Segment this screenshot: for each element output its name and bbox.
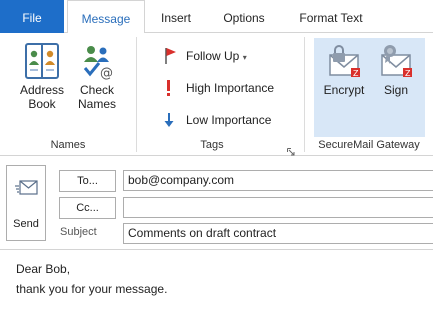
- securemail-group-label: SecureMail Gateway: [318, 139, 420, 151]
- group-divider: [136, 37, 137, 152]
- low-importance-label: Low Importance: [186, 113, 272, 127]
- subject-label: Subject: [60, 226, 97, 238]
- down-arrow-icon: [162, 109, 180, 131]
- body-line: Dear Bob,: [16, 262, 71, 276]
- names-group-label: Names: [50, 139, 86, 151]
- high-importance-label: High Importance: [186, 81, 275, 95]
- lock-envelope-icon: Z: [318, 41, 370, 83]
- svg-text:Z: Z: [353, 69, 359, 78]
- to-button[interactable]: To...: [59, 170, 116, 192]
- encrypt-label: Encrypt: [323, 83, 365, 97]
- subject-field[interactable]: Comments on draft contract: [123, 223, 433, 244]
- ribbon: Address Book @ Check Names Names Follow …: [0, 33, 433, 156]
- ribbon-tab-bar: File Message Insert Options Format Text: [0, 0, 433, 34]
- tab-format-text[interactable]: Format Text: [287, 0, 375, 33]
- svg-text:@: @: [100, 66, 113, 81]
- cc-button[interactable]: Cc...: [59, 197, 116, 219]
- address-book-label: Address Book: [19, 83, 65, 111]
- address-book-icon: [14, 41, 70, 83]
- svg-text:Z: Z: [405, 69, 411, 78]
- tags-group-label: Tags: [200, 139, 224, 151]
- check-names-label: Check Names: [77, 83, 116, 111]
- send-label: Send: [13, 218, 39, 230]
- body-line: thank you for your message.: [16, 282, 168, 296]
- sign-label: Sign: [383, 83, 409, 97]
- follow-up-label: Follow Up: [186, 49, 240, 63]
- tab-options[interactable]: Options: [213, 0, 275, 33]
- tab-file[interactable]: File: [0, 0, 64, 33]
- seal-envelope-icon: Z: [372, 41, 420, 83]
- check-names-button[interactable]: @ Check Names: [70, 41, 124, 111]
- message-body[interactable]: Dear Bob, thank you for your message.: [0, 250, 433, 309]
- chevron-down-icon: ▾: [242, 53, 247, 62]
- send-icon: [15, 178, 39, 205]
- to-field[interactable]: bob@company.com: [123, 170, 433, 191]
- sign-button[interactable]: Z Sign: [372, 41, 420, 97]
- group-divider: [304, 37, 305, 152]
- flag-icon: [162, 45, 180, 67]
- cc-field[interactable]: [123, 197, 433, 218]
- address-book-button[interactable]: Address Book: [14, 41, 70, 111]
- exclamation-icon: [162, 77, 180, 99]
- tab-message[interactable]: Message: [67, 0, 145, 34]
- check-names-icon: @: [70, 41, 124, 83]
- dialog-launcher-icon[interactable]: [287, 143, 295, 156]
- tab-insert[interactable]: Insert: [150, 0, 202, 33]
- encrypt-button[interactable]: Z Encrypt: [318, 41, 370, 97]
- send-button[interactable]: Send: [6, 165, 46, 241]
